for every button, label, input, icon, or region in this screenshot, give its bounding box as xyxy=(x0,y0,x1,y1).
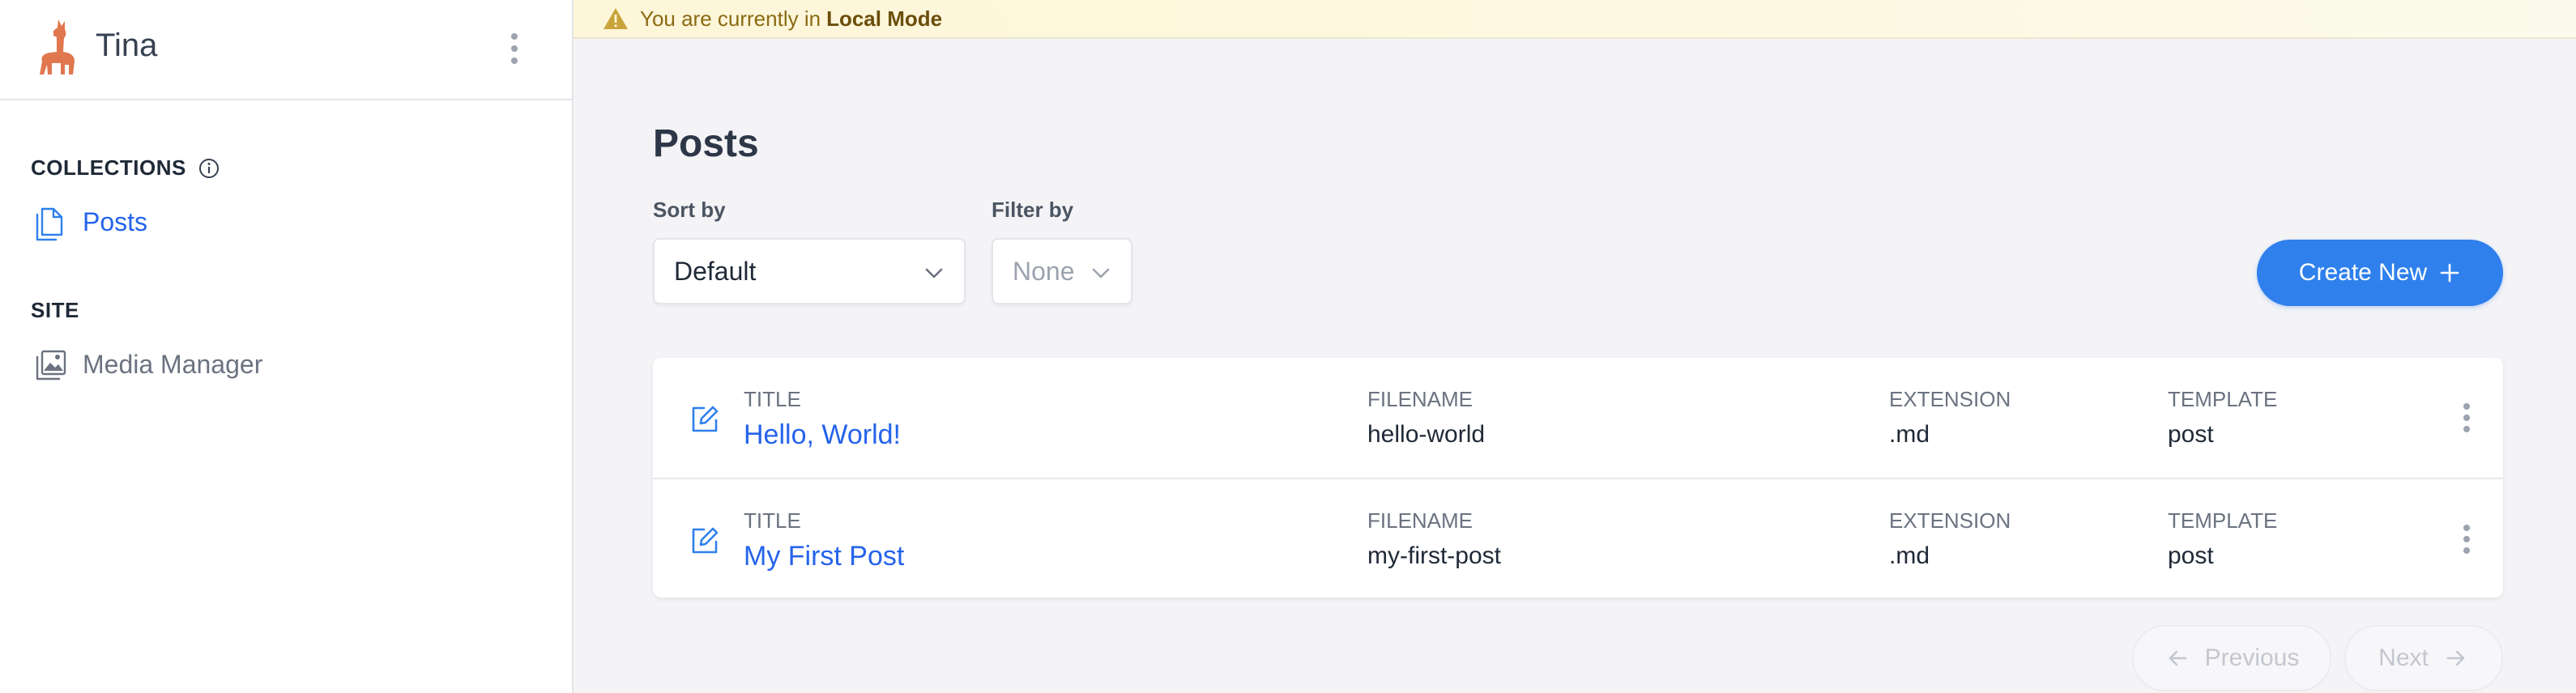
template-cell: TEMPLATE post xyxy=(2168,385,2277,452)
next-label: Next xyxy=(2378,644,2429,671)
next-page-button[interactable]: Next xyxy=(2344,625,2503,691)
dot xyxy=(511,33,518,40)
filter-select[interactable]: None xyxy=(992,238,1132,304)
title-column-label: TITLE xyxy=(744,387,801,411)
dot xyxy=(2463,525,2470,531)
title-cell: TITLE Hello, World! xyxy=(744,385,901,452)
info-icon[interactable] xyxy=(198,157,220,180)
title-column-label: TITLE xyxy=(744,508,801,533)
edit-icon[interactable] xyxy=(687,402,723,437)
extension-column-label: EXTENSION xyxy=(1889,387,2011,411)
sidebar-item-posts[interactable]: Posts xyxy=(31,199,147,244)
filename-value: my-first-post xyxy=(1367,542,1501,569)
banner-mode: Local Mode xyxy=(826,6,943,31)
warning-icon xyxy=(603,8,628,29)
dot xyxy=(2463,403,2470,410)
collections-heading: COLLECTIONS xyxy=(31,155,186,180)
arrow-right-icon xyxy=(2446,650,2465,666)
app-name: Tina xyxy=(96,28,158,63)
chevron-down-icon xyxy=(1092,268,1110,278)
filter-value: None xyxy=(1013,256,1075,286)
row-menu-button[interactable] xyxy=(2454,398,2479,437)
arrow-left-icon xyxy=(2169,650,2186,666)
llama-logo-icon xyxy=(40,19,75,74)
table-row: TITLE Hello, World! FILENAME hello-world… xyxy=(653,358,2503,478)
dot xyxy=(2463,536,2470,542)
filename-value: hello-world xyxy=(1367,421,1486,448)
create-new-label: Create New xyxy=(2298,259,2428,286)
sidebar: Tina COLLECTIONS Posts SITE Media Manage… xyxy=(0,0,574,693)
chevron-down-icon xyxy=(925,268,943,278)
template-value: post xyxy=(2168,421,2214,448)
dot xyxy=(2463,415,2470,421)
banner-text: You are currently in xyxy=(640,6,821,31)
extension-column-label: EXTENSION xyxy=(1889,508,2011,533)
sidebar-item-label: Posts xyxy=(83,206,148,236)
sidebar-item-media-manager[interactable]: Media Manager xyxy=(31,342,262,387)
previous-page-button[interactable]: Previous xyxy=(2132,625,2331,691)
documents-icon xyxy=(36,207,63,241)
sidebar-header: Tina xyxy=(0,0,572,100)
table-row: TITLE My First Post FILENAME my-first-po… xyxy=(653,478,2503,597)
template-value: post xyxy=(2168,542,2214,569)
dot xyxy=(2463,426,2470,432)
edit-icon[interactable] xyxy=(687,523,723,559)
row-menu-button[interactable] xyxy=(2454,520,2479,559)
extension-cell: EXTENSION .md xyxy=(1889,507,2011,573)
plus-icon xyxy=(2440,263,2459,283)
extension-cell: EXTENSION .md xyxy=(1889,385,2011,452)
previous-label: Previous xyxy=(2204,644,2300,671)
documents-table: TITLE Hello, World! FILENAME hello-world… xyxy=(653,358,2503,597)
dot xyxy=(511,45,518,52)
template-cell: TEMPLATE post xyxy=(2168,507,2277,573)
sidebar-menu-button[interactable] xyxy=(493,24,536,73)
sidebar-item-label: Media Manager xyxy=(83,349,263,379)
template-column-label: TEMPLATE xyxy=(2168,508,2278,533)
media-icon xyxy=(36,350,66,381)
filter-label: Filter by xyxy=(992,198,1074,222)
extension-value: .md xyxy=(1889,421,1930,448)
dot xyxy=(511,57,518,64)
filename-cell: FILENAME hello-world xyxy=(1367,385,1485,452)
sort-select[interactable]: Default xyxy=(653,238,966,304)
dot xyxy=(2463,547,2470,554)
template-column-label: TEMPLATE xyxy=(2168,387,2278,411)
extension-value: .md xyxy=(1889,542,1930,569)
site-heading: SITE xyxy=(31,298,79,322)
app-root: Tina COLLECTIONS Posts SITE Media Manage… xyxy=(0,0,2576,693)
page-title: Posts xyxy=(653,122,759,165)
filename-cell: FILENAME my-first-post xyxy=(1367,507,1501,573)
document-title-link[interactable]: Hello, World! xyxy=(744,418,901,452)
sort-value: Default xyxy=(674,256,757,286)
title-cell: TITLE My First Post xyxy=(744,507,904,573)
local-mode-banner: You are currently in Local Mode xyxy=(574,0,2576,39)
document-title-link[interactable]: My First Post xyxy=(744,539,904,573)
sort-label: Sort by xyxy=(653,198,726,222)
filename-column-label: FILENAME xyxy=(1367,387,1474,411)
filename-column-label: FILENAME xyxy=(1367,508,1474,533)
create-new-button[interactable]: Create New xyxy=(2257,240,2503,306)
